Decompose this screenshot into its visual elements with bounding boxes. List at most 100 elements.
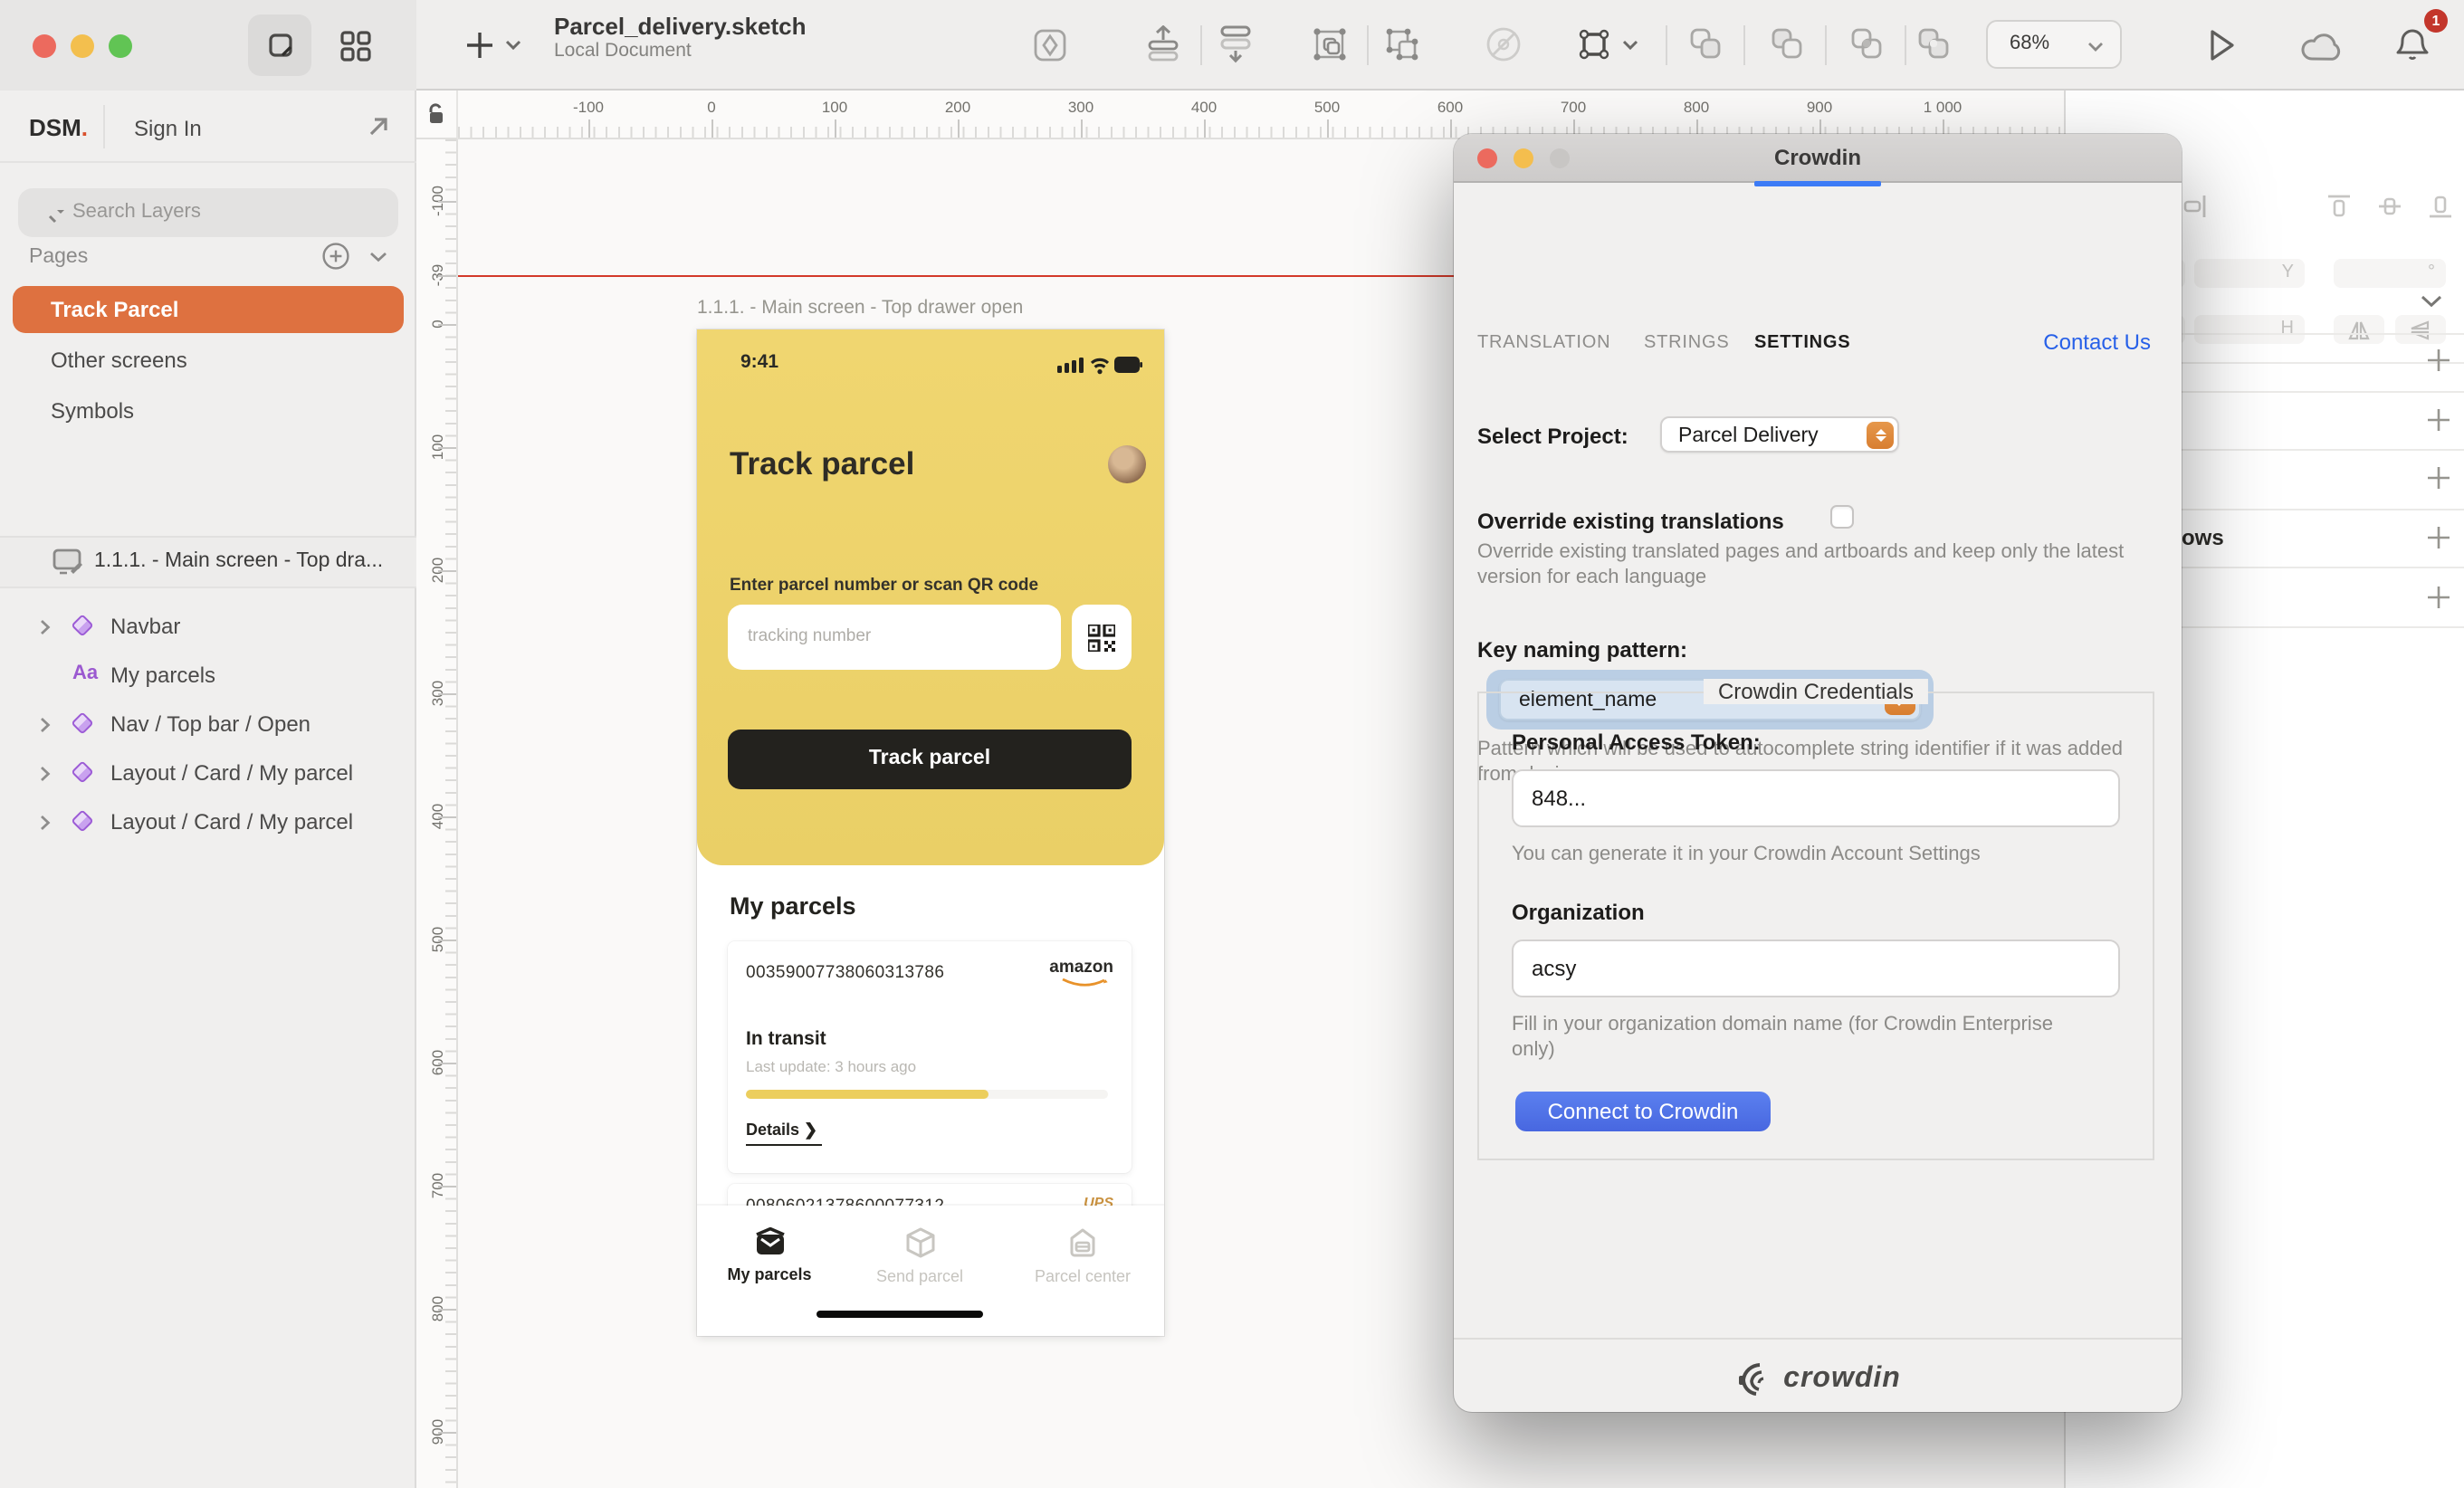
tracking-number-input[interactable]: tracking number [728,605,1061,670]
layer-row-nav-top-bar[interactable]: Nav / Top bar / Open [0,701,416,749]
zoom-window-button[interactable] [109,34,132,58]
preview-button[interactable] [2209,29,2236,62]
hruler-label: -100 [573,98,604,116]
close-window-button[interactable] [33,34,56,58]
canvas-view-button[interactable] [248,14,311,76]
insert-symbol-button[interactable] [1034,29,1066,62]
select-project-dropdown[interactable]: Parcel Delivery [1660,416,1899,453]
connect-to-crowdin-button[interactable]: Connect to Crowdin [1515,1092,1771,1131]
align-middle-v-icon[interactable] [2377,194,2402,219]
flip-horizontal-button[interactable] [2334,315,2384,344]
search-layers-input[interactable]: Search Layers [18,188,398,237]
vertical-ruler[interactable]: -100 -39 0 100 200 300 400 500 600 700 8… [416,139,458,1488]
track-parcel-button[interactable]: Track parcel [728,730,1132,789]
vector-edit-button[interactable] [1485,25,1523,63]
nav-tab-parcel-center[interactable]: Parcel center [1019,1227,1146,1285]
collapse-pages-button[interactable] [369,252,387,262]
add-shadow-button[interactable] [2426,525,2451,550]
crowdin-logo-icon [1734,1361,1774,1397]
difference-button[interactable] [1917,27,1950,60]
frame-dropdown-button[interactable] [1622,40,1638,51]
tab-settings[interactable]: SETTINGS [1754,333,1850,353]
red-guide-line[interactable] [458,275,1454,277]
insert-dropdown-button[interactable] [505,40,521,51]
key-naming-pattern-label: Key naming pattern: [1477,637,1687,663]
insert-button[interactable] [465,31,494,60]
ungroup-button[interactable] [1385,27,1419,62]
cloud-icon [2301,33,2343,62]
avatar[interactable] [1108,445,1146,483]
add-blur-button[interactable] [2426,585,2451,610]
layer-row-my-parcels[interactable]: Aa My parcels [0,652,416,701]
symbol-icon [71,760,93,783]
sign-in-link[interactable]: Sign In [134,116,202,141]
add-fill-button[interactable] [2426,407,2451,433]
rotation-field[interactable]: ° [2334,259,2446,288]
layer-row-card-2[interactable]: Layout / Card / My parcel [0,798,416,847]
align-right-icon[interactable] [2182,194,2207,219]
chevron-right-icon[interactable] [40,619,51,635]
chevron-right-icon[interactable] [40,766,51,782]
group-button[interactable] [1313,27,1347,62]
add-style-button[interactable] [2426,348,2451,373]
tab-translation[interactable]: TRANSLATION [1477,333,1610,353]
subtract-button[interactable] [1771,27,1803,60]
parcel-card-1[interactable]: 00359007738060313786 amazon In transit L… [728,941,1132,1173]
open-external-icon[interactable] [368,116,389,138]
align-bottom-icon[interactable] [2428,194,2453,219]
dialog-titlebar[interactable]: Crowdin [1454,134,2182,183]
flip-vertical-icon [2410,320,2431,340]
artboard-title[interactable]: 1.1.1. - Main screen - Top drawer open [697,297,1023,319]
height-field[interactable]: H [2194,315,2305,344]
frame-button[interactable] [1577,27,1611,62]
horizontal-ruler[interactable]: -100 0 100 200 300 400 500 600 700 800 9… [458,91,2064,139]
lock-open-icon[interactable] [427,103,445,125]
nav-tab-send-parcel[interactable]: Send parcel [856,1227,983,1285]
hruler-label: 800 [1684,98,1709,116]
status-bar-time: 9:41 [740,351,778,373]
download-stack-button[interactable] [1220,25,1251,63]
cloud-sync-button[interactable] [2301,33,2343,62]
nav-tab-my-parcels[interactable]: My parcels [706,1227,833,1283]
union-button[interactable] [1689,27,1722,60]
details-link[interactable]: Details ❯ [746,1121,821,1146]
section-collapse-chevron-icon[interactable] [2421,295,2442,308]
flip-vertical-button[interactable] [2395,315,2446,344]
sidebar-page-track-parcel[interactable]: Track Parcel [13,286,404,333]
package-icon [904,1227,935,1258]
zoom-level-dropdown[interactable]: 68% [1986,20,2122,69]
chevron-down-icon[interactable] [20,558,38,568]
document-title-block[interactable]: Parcel_delivery.sketch Local Document [554,13,807,62]
add-border-button[interactable] [2426,465,2451,491]
y-position-field[interactable]: Y [2194,259,2305,288]
chevron-right-icon[interactable] [40,815,51,831]
override-translations-checkbox[interactable] [1830,505,1854,529]
contact-us-link[interactable]: Contact Us [2043,329,2151,355]
grid-view-button[interactable] [340,31,371,62]
scan-qr-button[interactable] [1072,605,1132,670]
sidebar-page-symbols[interactable]: Symbols [13,387,404,434]
layer-row-card-1[interactable]: Layout / Card / My parcel [0,749,416,798]
artboard-tree-header[interactable]: 1.1.1. - Main screen - Top dra... [0,538,416,588]
notifications-button[interactable] [2395,27,2430,63]
minimize-window-button[interactable] [71,34,94,58]
chevron-right-icon[interactable] [40,717,51,733]
select-project-value: Parcel Delivery [1678,424,1819,446]
tab-strings[interactable]: STRINGS [1644,333,1730,353]
token-input[interactable]: 848... [1512,769,2120,827]
upload-dsm-button[interactable] [1148,25,1179,62]
amazon-logo: amazon [1049,958,1113,978]
align-top-icon[interactable] [2326,194,2352,219]
add-page-button[interactable] [322,243,349,270]
intersect-button[interactable] [1850,27,1883,60]
organization-input[interactable]: acsy [1512,940,2120,997]
artboard-main-screen[interactable]: 9:41 Track parcel Enter parcel number or… [697,329,1164,1336]
toolbar-divider [1666,25,1667,65]
layer-row-navbar[interactable]: Navbar [0,603,416,652]
dsm-brand[interactable]: DSM. [29,114,88,141]
dialog-progress-bar [1754,181,1881,186]
enter-parcel-label: Enter parcel number or scan QR code [730,576,1038,596]
sidebar-page-other-screens[interactable]: Other screens [13,337,404,384]
layer-label: My parcels [110,663,215,688]
hruler-label: 1 000 [1924,98,1963,116]
